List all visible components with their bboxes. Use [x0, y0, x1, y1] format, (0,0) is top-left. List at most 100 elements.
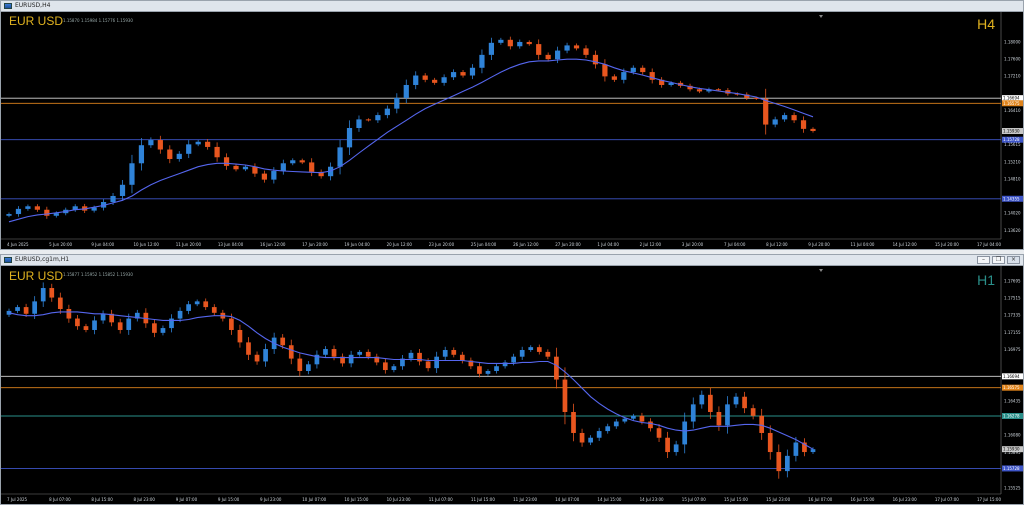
candle-body	[25, 206, 31, 209]
candle-body	[450, 72, 457, 78]
chart-plot-area[interactable]: 1.16694 1.16575 1.15930 1.15728 1.14355 1.180…	[1, 12, 1023, 249]
candle-body	[708, 394, 713, 412]
candle-body	[40, 288, 46, 302]
time-axis-label: 14 Jul 15:00	[597, 497, 621, 502]
time-axis-label: 17 Jul 07:00	[935, 497, 959, 502]
title-bar[interactable]: EURUSD,H4	[1, 1, 1023, 12]
candle-body	[129, 163, 135, 185]
time-axis-label: 8 Jul 23:00	[134, 497, 156, 502]
symbol-label: EUR USD	[9, 14, 64, 28]
candle-body	[673, 444, 679, 453]
candle-body	[432, 79, 438, 83]
price-axis-label: 1.17210	[1004, 73, 1021, 78]
candle-body	[413, 75, 419, 85]
price-axis-label: 1.15615	[1004, 142, 1021, 147]
candle-body	[299, 160, 305, 163]
moving-average-line	[8, 311, 814, 450]
price-axis-label: 1.15210	[1004, 159, 1021, 164]
time-axis-label: 15 Jul 07:00	[682, 497, 706, 502]
chart-svg[interactable]: 1.166941.165751.159301.157281.143551.180…	[1, 12, 1023, 249]
chart-svg[interactable]: 1.166941.165751.162781.159301.157281.176…	[1, 266, 1023, 504]
candle-body	[596, 431, 602, 438]
candle-body	[767, 432, 773, 453]
candle-body	[519, 350, 525, 357]
candle-body	[263, 349, 268, 362]
candle-body	[485, 370, 491, 374]
time-axis-label: 10 Jun 12:00	[134, 242, 160, 247]
candle-body	[750, 408, 756, 416]
time-axis-label: 10 Jul 07:00	[302, 497, 326, 502]
title-bar[interactable]: EURUSD,cg1m,H1 – ❐ ×	[1, 255, 1023, 266]
candle-body	[579, 432, 585, 443]
candle-body	[271, 171, 277, 180]
candle-body	[34, 206, 40, 210]
time-axis-label: 19 Jun 04:00	[344, 242, 370, 247]
candle-body	[488, 42, 495, 55]
candle-body	[536, 44, 542, 55]
price-tag-label: 1.16575	[1003, 385, 1020, 390]
candle-body	[44, 209, 50, 216]
time-axis-label: 27 Jun 20:00	[555, 242, 581, 247]
candle-body	[696, 89, 703, 92]
candle-body	[75, 318, 80, 327]
candle-body	[356, 119, 362, 129]
candle-body	[784, 455, 790, 472]
time-axis-label: 1 Jul 04:00	[597, 242, 619, 247]
candle-body	[782, 115, 788, 120]
time-axis-label: 5 Jun 20:00	[49, 242, 72, 247]
time-axis-label: 2 Jul 12:00	[640, 242, 662, 247]
candle-body	[6, 214, 12, 216]
candle-body	[126, 318, 132, 330]
time-axis-label: 15 Jul 20:00	[935, 242, 959, 247]
candle-body	[357, 351, 363, 355]
time-axis-label: 9 Jun 04:00	[91, 242, 114, 247]
time-axis-label: 13 Jun 04:00	[218, 242, 244, 247]
candle-body	[507, 39, 513, 47]
ohlc-info: 1.15870 1.15984 1.15776 1.15930	[63, 18, 133, 23]
candle-body	[605, 426, 611, 432]
restore-button[interactable]: ❐	[992, 256, 1005, 264]
candle-body	[261, 173, 267, 180]
price-axis-label: 1.17515	[1004, 296, 1021, 301]
candle-body	[517, 41, 523, 47]
close-button[interactable]: ×	[1007, 256, 1020, 264]
price-tag-label: 1.16575	[1003, 101, 1020, 106]
candle-body	[682, 421, 688, 445]
candle-body	[564, 45, 570, 51]
candle-body	[665, 437, 670, 453]
time-axis-label: 11 Jul 07:00	[429, 497, 453, 502]
candle-body	[331, 349, 337, 357]
candle-body	[32, 301, 38, 314]
candle-body	[526, 41, 532, 45]
candle-body	[15, 208, 22, 215]
candle-body	[793, 442, 799, 456]
candle-body	[176, 153, 182, 159]
chart-window-h1[interactable]: EURUSD,cg1m,H1 – ❐ × 1.16694 1.16575 1.162…	[0, 254, 1024, 505]
chart-window-icon	[4, 257, 12, 263]
time-axis-label: 16 Jul 15:00	[850, 497, 874, 502]
candle-body	[119, 184, 126, 196]
candle-body	[422, 75, 428, 80]
candle-body	[631, 415, 636, 419]
candle-body	[733, 396, 739, 405]
time-axis-label: 15 Jul 15:00	[724, 497, 748, 502]
chart-window-h4[interactable]: EURUSD,H4 1.16694 1.16575 1.15930 1.15728 1.…	[0, 0, 1024, 250]
candle-body	[117, 322, 123, 330]
candle-body	[323, 349, 328, 355]
candle-body	[699, 394, 705, 405]
chart-plot-area[interactable]: 1.16694 1.16575 1.16278 1.15930 1.15728 1.176…	[1, 266, 1023, 504]
candle-body	[186, 304, 191, 311]
candle-body	[459, 354, 465, 361]
candle-body	[640, 67, 646, 73]
candle-body	[442, 350, 448, 357]
candle-body	[205, 141, 211, 147]
time-axis-label: 9 Jul 15:00	[218, 497, 240, 502]
time-axis-label: 11 Jun 20:00	[176, 242, 202, 247]
candle-body	[656, 428, 662, 438]
time-axis-label: 17 Jul 04:00	[977, 242, 1001, 247]
time-axis-label: 9 Jul 20:00	[808, 242, 830, 247]
candle-body	[384, 108, 390, 116]
minimize-button[interactable]: –	[977, 256, 990, 264]
candle-body	[49, 288, 55, 298]
candle-body	[290, 160, 296, 164]
